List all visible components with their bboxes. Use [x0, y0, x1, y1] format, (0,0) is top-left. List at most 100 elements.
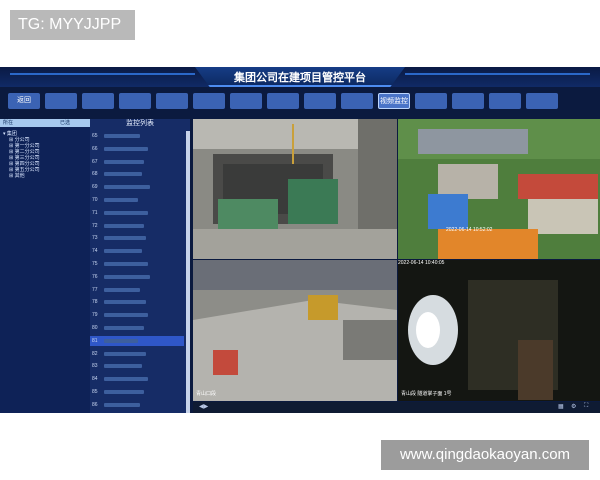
camera-list-scrollbar[interactable] [186, 131, 190, 413]
camera-list-row[interactable]: 78 [90, 297, 184, 307]
camera-name-redacted [104, 146, 148, 151]
nav-tab-3[interactable] [82, 93, 114, 109]
nav-tab-video-monitoring[interactable]: 视频监控 [378, 93, 410, 109]
video-2-timestamp: 2022-06-14 10:52:02 [446, 227, 493, 233]
camera-name-redacted [104, 198, 138, 202]
camera-list-row[interactable]: 74 [90, 246, 184, 256]
page-title: 集团公司在建项目管控平台 [234, 71, 366, 84]
watermark-bottom: www.qingdaokaoyan.com [381, 440, 589, 470]
camera-name-redacted [104, 223, 144, 228]
tree-header: 所在 已选 [0, 119, 90, 127]
video-3-caption: 青山口段 [196, 391, 217, 397]
video-feed-1[interactable] [193, 119, 397, 259]
camera-number: 80 [92, 325, 98, 331]
camera-number: 81 [92, 337, 98, 344]
tree-item[interactable]: ⊞ 其他 [9, 173, 25, 179]
settings-icon[interactable]: ⚙ [571, 403, 576, 410]
nav-tab-7[interactable] [230, 93, 262, 109]
tunnel-portal-scene [398, 119, 600, 259]
camera-number: 83 [92, 363, 98, 370]
camera-list-row[interactable]: 83 [90, 361, 184, 371]
layout-icon[interactable]: ▦ [558, 403, 564, 410]
camera-number: 75 [92, 261, 98, 267]
video-feed-4[interactable]: 2022-06-14 10:40:05 青山段 隧道掌子面 1号 [398, 260, 600, 401]
title-bar: 集团公司在建项目管控平台 [0, 67, 600, 87]
camera-number: 69 [92, 184, 98, 191]
camera-number: 65 [92, 133, 98, 139]
camera-list-row[interactable]: 73 [90, 233, 184, 243]
video-control-bar: ◀▶ ▦ ⚙ ⛶ [193, 402, 600, 413]
video-3-timestamp: 2022-06-14 10:40:05 [398, 260, 445, 266]
camera-name-redacted [104, 300, 146, 305]
camera-number: 79 [92, 312, 98, 319]
camera-list-row[interactable]: 69 [90, 182, 184, 192]
camera-list-panel: 监控列表 65 66 67 68 69 70 71 72 73 74 75 76 77 78 79 80 81 8… [90, 119, 190, 413]
camera-name-redacted [104, 159, 144, 164]
camera-list-row[interactable]: 82 [90, 349, 184, 359]
nav-tab-12[interactable] [415, 93, 447, 109]
camera-list-row[interactable]: 72 [90, 221, 184, 231]
camera-list-row[interactable]: 84 [90, 374, 184, 384]
camera-name-redacted [104, 313, 148, 318]
camera-list-row[interactable]: 70 [90, 195, 184, 205]
camera-name-redacted [104, 364, 142, 369]
nav-tab-15[interactable] [526, 93, 558, 109]
nav-tab-5[interactable] [156, 93, 188, 109]
road-work-site [193, 260, 397, 401]
camera-list-title: 监控列表 [126, 120, 154, 127]
fullscreen-icon[interactable]: ⛶ [584, 403, 588, 410]
camera-name-redacted [104, 134, 140, 138]
camera-number: 82 [92, 350, 98, 357]
camera-list-row[interactable]: 67 [90, 157, 184, 167]
monitoring-app: 集团公司在建项目管控平台 返回 视频监控 所在 已选 ▾ 集团 ⊞ 分公司 ⊞ 第一分… [0, 67, 600, 413]
tunnel-face-scene [398, 260, 600, 401]
camera-number: 70 [92, 197, 98, 203]
playback-icon[interactable]: ◀▶ [199, 403, 208, 410]
camera-name-redacted [104, 326, 144, 330]
camera-number: 66 [92, 145, 98, 152]
nav-tab-2[interactable] [45, 93, 77, 109]
camera-list-row[interactable]: 66 [90, 144, 184, 154]
watermark-top: TG: MYYJJPP [10, 10, 135, 40]
camera-list-row[interactable]: 65 [90, 131, 184, 141]
camera-number: 73 [92, 235, 98, 242]
camera-list-row[interactable]: 75 [90, 259, 184, 269]
camera-number: 77 [92, 286, 98, 293]
video-feed-3[interactable]: 青山口段 [193, 260, 397, 401]
camera-number: 78 [92, 299, 98, 306]
nav-tab-8[interactable] [267, 93, 299, 109]
camera-list-row[interactable]: 68 [90, 169, 184, 179]
camera-number: 86 [92, 401, 98, 408]
video-4-caption: 青山段 隧道掌子面 1号 [401, 391, 452, 397]
camera-list-row[interactable]: 81 [90, 335, 184, 346]
tree-item-label: 其他 [14, 173, 25, 179]
camera-list-row[interactable]: 80 [90, 323, 184, 333]
nav-tab-9[interactable] [304, 93, 336, 109]
camera-list-row[interactable]: 79 [90, 310, 184, 320]
camera-name-redacted [104, 185, 150, 190]
nav-tab-back[interactable]: 返回 [8, 93, 40, 109]
camera-list-row[interactable]: 71 [90, 208, 184, 218]
camera-list-row[interactable]: 85 [90, 387, 184, 397]
nav-tab-14[interactable] [489, 93, 521, 109]
nav-tab-6[interactable] [193, 93, 225, 109]
nav-tab-10[interactable] [341, 93, 373, 109]
top-nav: 返回 视频监控 [0, 93, 600, 109]
camera-number: 84 [92, 376, 98, 383]
camera-name-redacted [104, 172, 142, 177]
camera-list-row[interactable]: 77 [90, 285, 184, 295]
camera-name-redacted [104, 236, 146, 241]
tree-header-left: 所在 [3, 120, 14, 126]
camera-number: 85 [92, 389, 98, 395]
camera-name-redacted [104, 262, 148, 266]
camera-list-row[interactable]: 86 [90, 400, 184, 410]
nav-tab-4[interactable] [119, 93, 151, 109]
camera-name-redacted [104, 274, 150, 279]
camera-number: 76 [92, 273, 98, 280]
camera-name-redacted [104, 287, 140, 292]
nav-tab-13[interactable] [452, 93, 484, 109]
camera-number: 74 [92, 248, 98, 255]
camera-name-redacted [104, 390, 144, 394]
camera-list-row[interactable]: 76 [90, 272, 184, 282]
video-feed-2[interactable]: 2022-06-14 10:52:02 [398, 119, 600, 259]
